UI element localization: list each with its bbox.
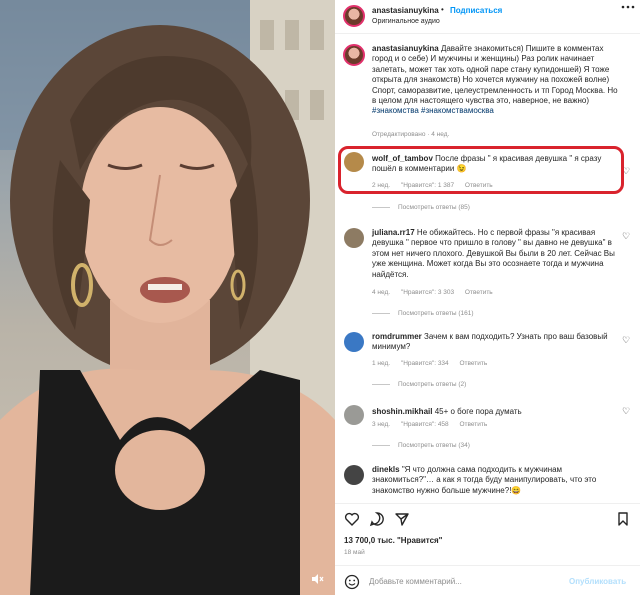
follow-button[interactable]: Подписаться xyxy=(450,6,502,15)
comment-icon xyxy=(369,512,384,527)
comment-like-button[interactable]: ♡ xyxy=(622,231,630,242)
comment-likes[interactable]: "Нравится": 3 303 xyxy=(401,289,454,296)
comment-body: 45+ о боге пора думать xyxy=(434,407,522,416)
divider xyxy=(335,503,640,504)
comment-meta: 4 нед. "Нравится": 3 303 Ответить xyxy=(372,289,502,296)
comment-like-button[interactable]: ♡ xyxy=(622,406,630,417)
heart-icon: ♡ xyxy=(622,406,631,416)
bookmark-icon xyxy=(618,512,628,526)
comment-text: juliana.rr17 Не обижайтесь. Но с первой … xyxy=(372,228,617,280)
more-horizontal-icon xyxy=(621,5,635,9)
reply-button[interactable]: Ответить xyxy=(459,360,487,367)
post-date: 18 май xyxy=(344,549,365,556)
comment-meta: 3 нед. "Нравится": 458 Ответить xyxy=(372,421,496,428)
mute-button[interactable] xyxy=(310,572,326,588)
comment-body: "Я что должна сама подходить к мужчинам … xyxy=(372,465,597,495)
commenter-avatar[interactable] xyxy=(344,332,364,352)
audio-link[interactable]: Оригинальное аудио xyxy=(372,18,440,25)
caption-hashtags[interactable]: #знакомства #знакомствамосква xyxy=(372,106,494,115)
highlight-annotation xyxy=(338,146,624,194)
save-button[interactable] xyxy=(615,511,631,527)
like-button[interactable] xyxy=(344,511,360,527)
comment-age: 3 нед. xyxy=(372,421,391,428)
share-icon xyxy=(395,513,409,526)
video-frame-illustration xyxy=(0,0,335,595)
emoji-button[interactable] xyxy=(344,574,360,595)
separator-dot: • xyxy=(441,5,444,14)
divider xyxy=(335,33,640,34)
post-header: anastasianuykina • Подписаться Оригиналь… xyxy=(335,0,640,30)
commenter-avatar[interactable] xyxy=(344,465,364,485)
add-comment-bar: Добавьте комментарий... Опубликовать xyxy=(335,570,640,595)
likes-count-text: 13 700,0 тыс. "Нравится" xyxy=(344,536,443,545)
heart-icon: ♡ xyxy=(622,335,631,345)
reply-button[interactable]: Ответить xyxy=(459,421,487,428)
post-comment-button[interactable]: Опубликовать xyxy=(569,577,626,586)
comment-text: romdrummer Зачем к вам подходить? Узнать… xyxy=(372,332,617,353)
emoji-icon xyxy=(344,574,360,590)
comment-text: shoshin.mikhail 45+ о боге пора думать xyxy=(372,407,617,417)
commenter-avatar[interactable] xyxy=(344,228,364,248)
comment-likes[interactable]: "Нравится": 334 xyxy=(401,360,449,367)
caption-text: anastasianuykina Давайте знакомиться) Пи… xyxy=(372,44,622,117)
caption-avatar[interactable] xyxy=(343,44,365,66)
comment-age: 1 нед. xyxy=(372,360,391,367)
comment-input[interactable]: Добавьте комментарий... xyxy=(369,577,462,586)
view-replies-button[interactable]: Посмотреть ответы (2) xyxy=(372,381,466,388)
post-actions xyxy=(335,511,640,531)
comment-likes[interactable]: "Нравится": 458 xyxy=(401,421,449,428)
reply-button[interactable]: Ответить xyxy=(465,289,493,296)
commenter-username[interactable]: romdrummer xyxy=(372,332,422,341)
heart-icon: ♡ xyxy=(622,231,631,241)
comment-meta: 1 нед. "Нравится": 334 Ответить xyxy=(372,360,496,367)
comment-text: dinekls "Я что должна сама подходить к м… xyxy=(372,465,617,496)
commenter-username[interactable]: shoshin.mikhail xyxy=(372,407,432,416)
author-username[interactable]: anastasianuykina xyxy=(372,6,439,15)
commenter-avatar[interactable] xyxy=(344,405,364,425)
caption-edited: Отредактировано · 4 нед. xyxy=(372,131,450,138)
reel-video[interactable] xyxy=(0,0,335,595)
comment-button[interactable] xyxy=(369,511,385,527)
post-details-panel: anastasianuykina • Подписаться Оригиналь… xyxy=(335,0,640,595)
view-replies-button[interactable]: Посмотреть ответы (34) xyxy=(372,442,470,449)
volume-off-icon xyxy=(312,574,324,584)
commenter-username[interactable]: juliana.rr17 xyxy=(372,228,415,237)
commenter-username[interactable]: dinekls xyxy=(372,465,400,474)
view-replies-button[interactable]: Посмотреть ответы (85) xyxy=(372,204,470,211)
author-avatar[interactable] xyxy=(343,5,365,27)
more-options-button[interactable] xyxy=(621,3,635,14)
view-replies-button[interactable]: Посмотреть ответы (161) xyxy=(372,310,474,317)
caption-body: Давайте знакомиться) Пишите в комментах … xyxy=(372,44,618,106)
likes-count[interactable]: 13 700,0 тыс. "Нравится" xyxy=(344,536,442,545)
divider xyxy=(335,565,640,566)
caption-username[interactable]: anastasianuykina xyxy=(372,44,439,53)
heart-icon xyxy=(344,512,360,526)
share-button[interactable] xyxy=(394,511,410,527)
comment-age: 4 нед. xyxy=(372,289,391,296)
comment-like-button[interactable]: ♡ xyxy=(622,335,630,346)
